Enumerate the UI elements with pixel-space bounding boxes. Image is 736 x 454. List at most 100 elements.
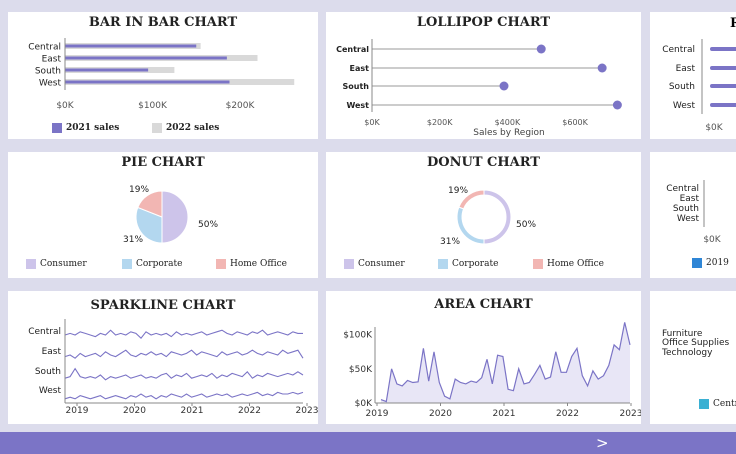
sixth-chart-legend: 2019 <box>692 258 729 268</box>
legend-swatch-corporate <box>438 259 448 269</box>
pie-legend-home-office: Home Office <box>216 259 287 269</box>
pie-label-corporate: 31% <box>123 235 143 245</box>
legend-swatch-consumer <box>26 259 36 269</box>
lollipop-dot-west <box>612 100 622 110</box>
sparkline-line-west <box>64 391 304 400</box>
pie-label-consumer: 50% <box>198 220 218 230</box>
lollipop-tick: $0K <box>364 118 380 127</box>
donut-legend-corporate: Corporate <box>438 259 498 269</box>
third-chart-label-east: East <box>676 64 696 74</box>
third-chart-tick: $0K <box>705 123 723 133</box>
lollipop-x-label: Sales by Region <box>473 128 545 138</box>
lollipop-chart: Central East South West $0K $200K $400K $600K Sa… <box>336 39 622 138</box>
sparkline-year-label: 2020 <box>123 406 146 416</box>
bar-in-bar-tick: $100K <box>138 101 168 111</box>
sparkline-card: SPARKLINE CHART Central East South West 2019… <box>8 291 318 424</box>
pie-slice-consumer <box>161 190 189 244</box>
legend-swatch-2022 <box>152 123 162 133</box>
legend-swatch-corporate <box>122 259 132 269</box>
legend-label-corporate: Corporate <box>136 259 183 269</box>
legend-swatch-home-office <box>216 259 226 269</box>
area-year-label: 2019 <box>366 409 389 419</box>
legend-label-central: Centr <box>713 399 736 409</box>
bottom-nav-bar: > <box>0 432 736 454</box>
donut-slice-consumer <box>483 189 512 245</box>
lollipop-tick: $400K <box>495 118 521 127</box>
donut-legend-consumer: Consumer <box>344 259 405 269</box>
donut-label-consumer: 50% <box>516 220 536 230</box>
sixth-chart-tick: $0K <box>703 235 721 245</box>
legend-swatch-2019 <box>692 258 702 268</box>
lollipop-card: LOLLIPOP CHART Central East South West $0K $2… <box>326 12 641 139</box>
bar-in-bar-label-central: Central <box>28 43 61 53</box>
sparkline-year-label: 2023 <box>296 406 318 416</box>
donut-label-home-office: 19% <box>448 186 468 196</box>
lollipop-label-central: Central <box>336 45 369 54</box>
bar-2021-central <box>65 44 197 48</box>
pie-legend-consumer: Consumer <box>26 259 87 269</box>
sparkline-label-east: East <box>42 347 62 357</box>
bar-2021-east <box>65 56 227 60</box>
bar-in-bar-label-east: East <box>42 55 62 65</box>
legend-label-consumer: Consumer <box>358 259 405 269</box>
lollipop-tick: $600K <box>562 118 588 127</box>
bar-in-bar-tick: $0K <box>56 101 74 111</box>
pie-card: PIE CHART 50% 31% 19% Consumer Corporate H… <box>8 152 318 278</box>
third-chart-label-west: West <box>673 101 696 111</box>
bar-in-bar-legend-2021: 2021 sales <box>52 123 119 133</box>
sparkline-label-central: Central <box>28 327 61 337</box>
next-arrow-button[interactable]: > <box>596 432 609 454</box>
sixth-chart-label-west: West <box>677 214 700 224</box>
bar-in-bar-label-south: South <box>35 67 61 77</box>
lollipop-label-west: West <box>346 101 369 110</box>
third-chart-bar-south <box>710 84 736 88</box>
third-chart-bar-central <box>710 47 736 51</box>
area-y-tick: $0K <box>355 399 373 409</box>
third-chart-label-central: Central <box>662 45 695 55</box>
sparkline-line-central <box>64 329 303 340</box>
bar-in-bar-label-west: West <box>39 79 62 89</box>
sparkline-year-label: 2019 <box>66 406 89 416</box>
legend-label-2022: 2022 sales <box>166 123 220 133</box>
legend-swatch-2021 <box>52 123 62 133</box>
area-chart: $100K $50K $0K2019 2020 2021 2022 2023 <box>343 322 641 419</box>
sparkline-chart: Central East South West 2019 2020 2021 2022 2023 <box>28 319 318 416</box>
ninth-chart-label-office-supplies: Office Supplies <box>662 338 730 348</box>
bar-2021-west <box>65 80 230 84</box>
third-chart: Central East South West $0K <box>662 39 736 133</box>
area-y-tick: $100K <box>343 331 373 341</box>
bar-in-bar-card: BAR IN BAR CHART Central East South West $0K… <box>8 12 318 139</box>
legend-label-2021: 2021 sales <box>66 123 120 133</box>
sixth-chart-label-central: Central <box>666 184 699 194</box>
third-chart-bar-east <box>710 66 736 70</box>
legend-label-2019: 2019 <box>706 258 729 268</box>
legend-label-home-office: Home Office <box>547 259 605 269</box>
area-y-tick: $50K <box>349 365 373 375</box>
lollipop-tick: $200K <box>427 118 453 127</box>
sparkline-label-south: South <box>35 367 61 377</box>
bar-2021-south <box>65 68 149 72</box>
donut-label-corporate: 31% <box>440 237 460 247</box>
ninth-chart-legend: Centr <box>699 399 736 409</box>
sparkline-year-label: 2022 <box>238 406 261 416</box>
donut-slice-corporate <box>456 206 485 245</box>
ninth-chart-card: FurnitureOffice SuppliesTechnology Centr <box>650 291 736 424</box>
donut-legend-home-office: Home Office <box>533 259 604 269</box>
sparkline-line-south <box>64 367 304 381</box>
legend-label-corporate: Corporate <box>452 259 499 269</box>
area-card: AREA CHART $100K $50K $0K 2019 2020 2021 2022 2… <box>326 291 641 424</box>
sparkline-line-east <box>64 349 304 359</box>
pie-label-home-office: 19% <box>129 185 149 195</box>
lollipop-dot-east <box>597 63 607 73</box>
legend-label-consumer: Consumer <box>40 259 87 269</box>
pie-legend-corporate: Corporate <box>122 259 182 269</box>
sparkline-label-west: West <box>39 386 62 396</box>
legend-swatch-central <box>699 399 709 409</box>
lollipop-label-south: South <box>343 82 370 91</box>
lollipop-dot-south <box>499 81 509 91</box>
bar-in-bar-legend-2022: 2022 sales <box>152 123 219 133</box>
donut-card: DONUT CHART 50% 31% 19% Consumer Corporate… <box>326 152 641 278</box>
area-year-label: 2021 <box>493 409 516 419</box>
legend-label-home-office: Home Office <box>230 259 288 269</box>
area-year-label: 2023 <box>620 409 641 419</box>
